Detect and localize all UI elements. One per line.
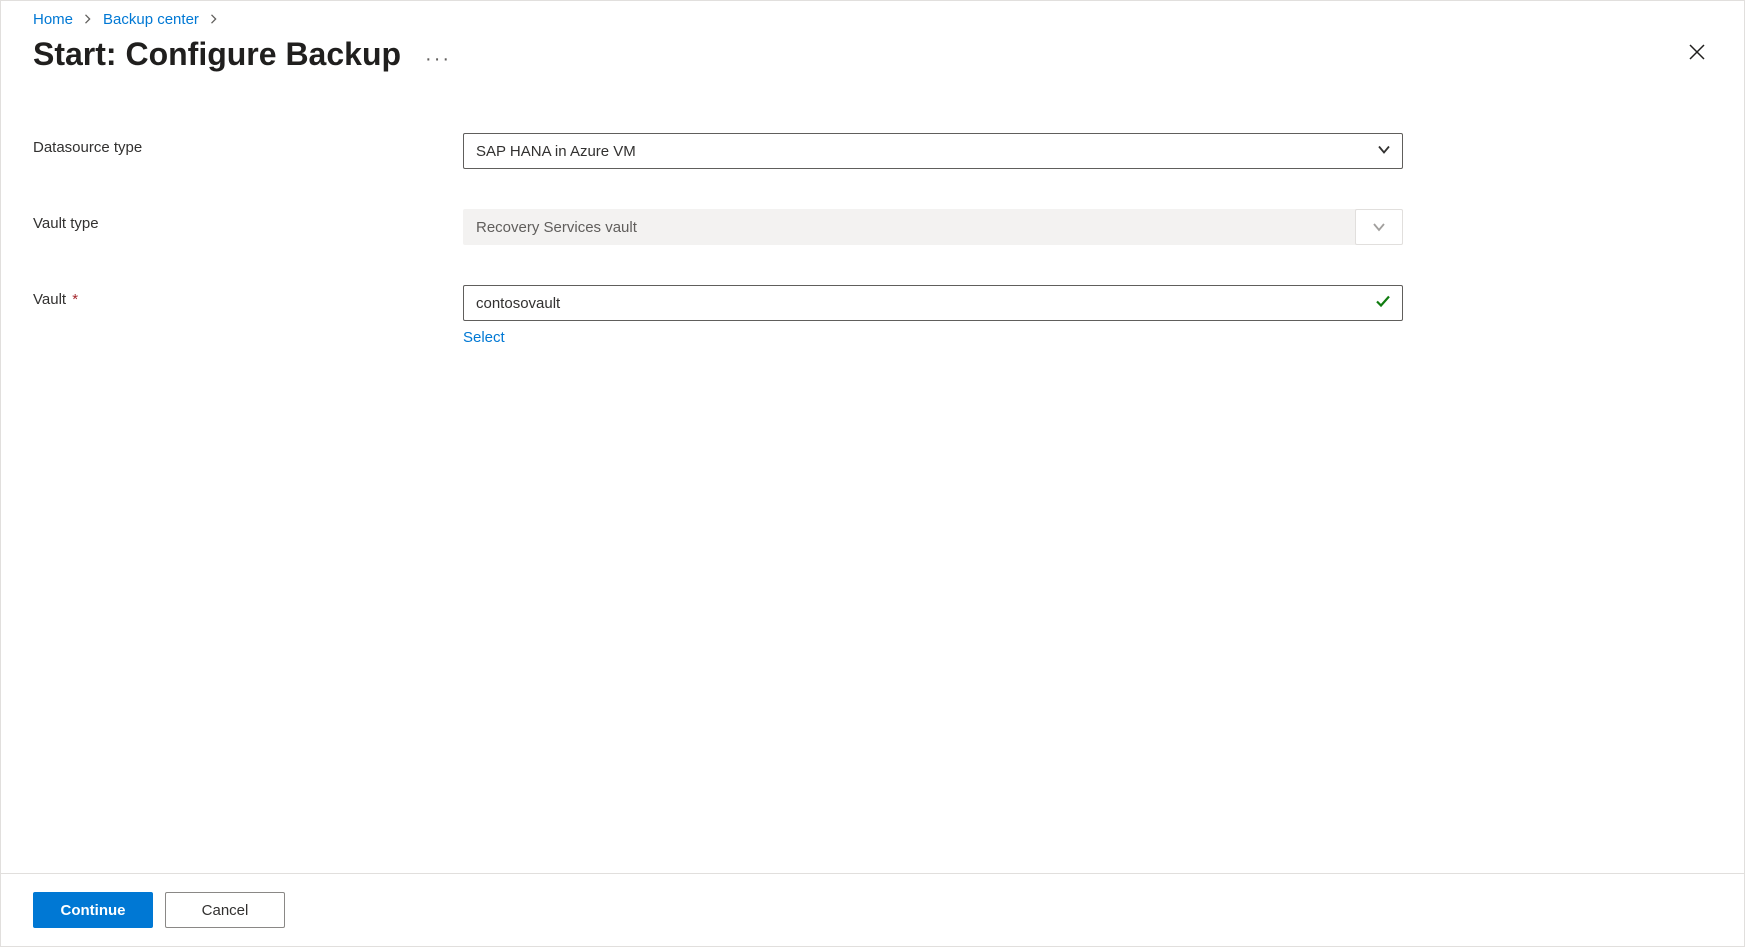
footer: Continue Cancel (1, 873, 1744, 946)
select-vault-link[interactable]: Select (463, 329, 505, 346)
chevron-right-icon (209, 12, 219, 27)
datasource-type-row: Datasource type SAP HANA in Azure VM (33, 133, 1712, 169)
breadcrumb-home[interactable]: Home (33, 11, 73, 28)
checkmark-icon (1375, 294, 1391, 313)
vault-input[interactable] (463, 285, 1403, 321)
vault-type-row: Vault type Recovery Services vault (33, 209, 1712, 245)
required-indicator: * (72, 291, 78, 308)
close-icon (1688, 45, 1706, 65)
datasource-type-dropdown[interactable]: SAP HANA in Azure VM (463, 133, 1403, 169)
datasource-type-label: Datasource type (33, 133, 463, 156)
more-actions-button[interactable]: ··· (425, 49, 451, 69)
vault-input-wrap (463, 285, 1403, 321)
vault-type-dropdown: Recovery Services vault (463, 209, 1403, 245)
cancel-button[interactable]: Cancel (165, 892, 285, 928)
breadcrumb: Home Backup center (1, 1, 1744, 28)
form-area: Datasource type SAP HANA in Azure VM Vau… (1, 93, 1744, 346)
close-button[interactable] (1682, 37, 1712, 72)
vault-label: Vault * (33, 285, 463, 308)
vault-type-label: Vault type (33, 209, 463, 232)
vault-type-value: Recovery Services vault (463, 209, 1403, 245)
page-title: Start: Configure Backup (33, 36, 401, 73)
datasource-type-value: SAP HANA in Azure VM (463, 133, 1403, 169)
chevron-right-icon (83, 12, 93, 27)
vault-row: Vault * Select (33, 285, 1712, 346)
page-header: Start: Configure Backup ··· (1, 28, 1744, 93)
vault-label-text: Vault (33, 291, 66, 308)
breadcrumb-backup-center[interactable]: Backup center (103, 11, 199, 28)
continue-button[interactable]: Continue (33, 892, 153, 928)
